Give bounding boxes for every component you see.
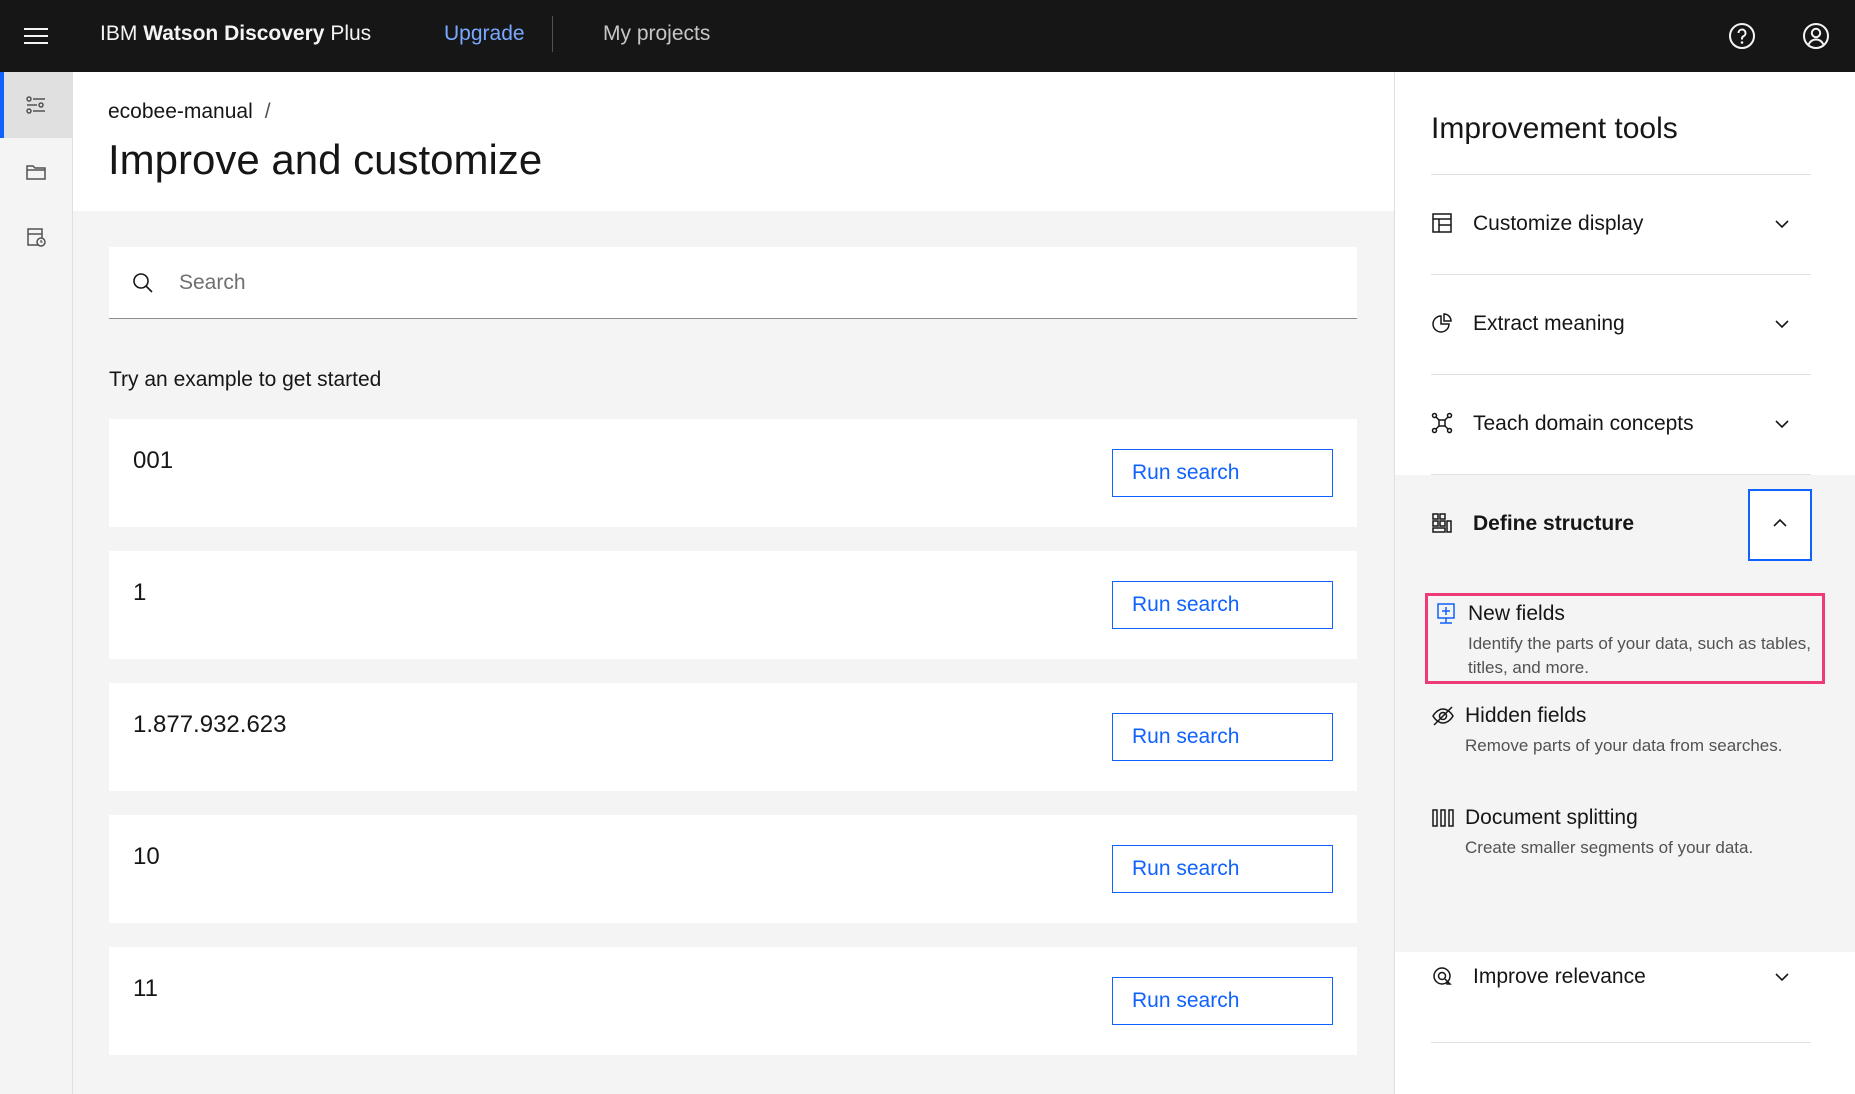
tool-document-splitting[interactable]: Document splitting Create smaller segmen… [1425, 800, 1825, 866]
add-field-icon [1434, 602, 1458, 626]
network-icon [1431, 412, 1455, 436]
page-title: Improve and customize [108, 136, 543, 183]
search-input[interactable] [179, 247, 1339, 318]
product-name[interactable]: IBM Watson Discovery Plus [100, 22, 371, 46]
user-avatar-icon[interactable] [1794, 14, 1838, 58]
example-card: 10 Run search [109, 815, 1357, 923]
chevron-down-icon [1771, 313, 1793, 335]
accordion-label: Teach domain concepts [1473, 412, 1694, 435]
search-icon [131, 271, 155, 295]
improve-customize-nav-icon[interactable] [0, 72, 72, 138]
tool-description: Create smaller segments of your data. [1465, 838, 1754, 857]
chevron-up-icon [1769, 512, 1791, 539]
tool-hidden-fields[interactable]: Hidden fields Remove parts of your data … [1425, 698, 1825, 786]
example-card: 001 Run search [109, 419, 1357, 527]
example-card: 11 Run search [109, 947, 1357, 1055]
example-card: 1.877.932.623 Run search [109, 683, 1357, 791]
upgrade-link[interactable]: Upgrade [444, 22, 525, 46]
run-search-button[interactable]: Run search [1112, 977, 1333, 1025]
tool-new-fields[interactable]: New fields Identify the parts of your da… [1425, 593, 1825, 684]
example-query: 001 [133, 447, 174, 474]
accordion-label: Extract meaning [1473, 312, 1625, 335]
target-icon [1431, 965, 1455, 989]
breadcrumb: ecobee-manual / [108, 100, 271, 124]
accordion-teach-domain-concepts[interactable]: Teach domain concepts [1431, 375, 1811, 475]
chevron-down-icon [1771, 966, 1793, 988]
improvement-tools-panel: Improvement tools Customize display Extr… [1394, 72, 1855, 1094]
run-search-button[interactable]: Run search [1112, 449, 1333, 497]
accordion-label: Customize display [1473, 212, 1644, 235]
example-query: 1 [133, 579, 147, 606]
top-header: IBM Watson Discovery Plus Upgrade My pro… [0, 0, 1855, 72]
tool-title: New fields [1468, 602, 1565, 625]
run-search-button[interactable]: Run search [1112, 845, 1333, 893]
help-icon[interactable] [1720, 14, 1764, 58]
panel-title: Improvement tools [1431, 112, 1678, 145]
example-query: 10 [133, 843, 160, 870]
tool-title: Document splitting [1465, 806, 1638, 829]
accordion-extract-meaning[interactable]: Extract meaning [1431, 275, 1811, 375]
breadcrumb-separator: / [264, 100, 271, 123]
brand-prefix: IBM [100, 22, 138, 45]
breadcrumb-project-link[interactable]: ecobee-manual [108, 100, 253, 123]
page-header: ecobee-manual / Improve and customize [73, 72, 1394, 211]
run-search-button[interactable]: Run search [1112, 581, 1333, 629]
split-icon [1431, 806, 1455, 830]
chevron-down-icon [1771, 213, 1793, 235]
accordion-customize-display[interactable]: Customize display [1431, 175, 1811, 275]
chevron-down-icon [1771, 413, 1793, 435]
examples-label: Try an example to get started [109, 368, 382, 391]
accordion-label: Improve relevance [1473, 965, 1646, 988]
tool-description: Identify the parts of your data, such as… [1468, 634, 1812, 677]
example-query: 1.877.932.623 [133, 711, 287, 738]
nav-divider [552, 16, 553, 52]
menu-icon[interactable] [14, 14, 58, 58]
main-content: Try an example to get started 001 Run se… [73, 211, 1394, 1094]
collapse-button[interactable] [1748, 489, 1812, 561]
run-search-button[interactable]: Run search [1112, 713, 1333, 761]
tool-description: Remove parts of your data from searches. [1465, 736, 1783, 755]
tool-title: Hidden fields [1465, 704, 1587, 727]
pie-chart-icon [1431, 312, 1455, 336]
side-nav-rail [0, 72, 73, 1094]
data-settings-nav-icon[interactable] [0, 204, 72, 270]
folder-nav-icon[interactable] [0, 138, 72, 204]
grid-structure-icon [1431, 512, 1455, 536]
example-card: 1 Run search [109, 551, 1357, 659]
accordion-label: Define structure [1473, 512, 1635, 535]
brand-bold: Watson Discovery [143, 22, 325, 45]
accordion-improve-relevance[interactable]: Improve relevance [1431, 928, 1811, 1028]
search-bar [109, 247, 1357, 319]
eye-slash-icon [1431, 704, 1455, 728]
example-query: 11 [133, 975, 158, 1002]
layout-icon [1431, 212, 1455, 236]
my-projects-link[interactable]: My projects [603, 22, 710, 46]
brand-suffix: Plus [330, 22, 372, 45]
divider [1431, 1042, 1811, 1043]
